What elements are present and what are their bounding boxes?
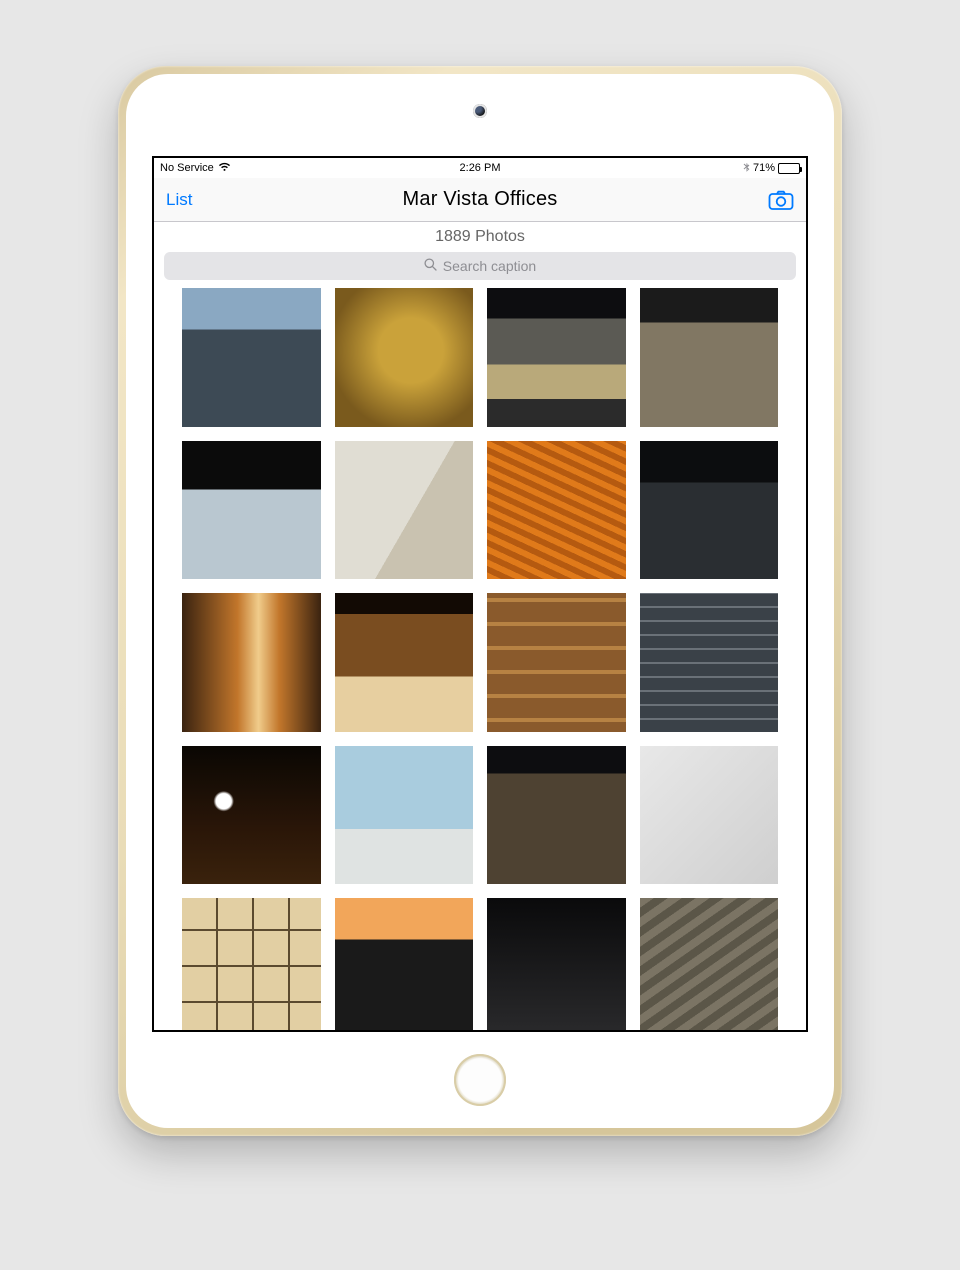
photo-thumbnail[interactable] xyxy=(182,441,321,580)
nav-bar: List Mar Vista Offices xyxy=(154,178,806,222)
page-title: Mar Vista Offices xyxy=(154,188,806,211)
search-wrap: Search caption xyxy=(154,248,806,288)
photo-thumbnail[interactable] xyxy=(335,593,474,732)
front-camera xyxy=(473,104,487,118)
photo-thumbnail[interactable] xyxy=(335,746,474,885)
search-placeholder: Search caption xyxy=(443,258,536,274)
photo-thumbnail[interactable] xyxy=(487,898,626,1032)
status-time: 2:26 PM xyxy=(154,162,806,174)
search-icon xyxy=(424,258,437,274)
photo-thumbnail[interactable] xyxy=(640,441,779,580)
battery-icon xyxy=(778,163,800,174)
photo-thumbnail[interactable] xyxy=(487,593,626,732)
screen: No Service 2:26 PM 71% xyxy=(152,156,808,1032)
photo-thumbnail[interactable] xyxy=(335,288,474,427)
photo-thumbnail[interactable] xyxy=(182,288,321,427)
photo-thumbnail[interactable] xyxy=(335,441,474,580)
photo-thumbnail[interactable] xyxy=(640,593,779,732)
photo-thumbnail[interactable] xyxy=(335,898,474,1032)
photo-count: 1889 Photos xyxy=(154,222,806,248)
ipad-bezel: No Service 2:26 PM 71% xyxy=(126,74,834,1128)
photo-thumbnail[interactable] xyxy=(182,593,321,732)
photo-thumbnail[interactable] xyxy=(640,898,779,1032)
photo-thumbnail[interactable] xyxy=(640,746,779,885)
photo-thumbnail[interactable] xyxy=(182,898,321,1032)
search-input[interactable]: Search caption xyxy=(164,252,796,280)
photo-thumbnail[interactable] xyxy=(640,288,779,427)
ipad-device-frame: No Service 2:26 PM 71% xyxy=(118,66,842,1136)
photo-thumbnail[interactable] xyxy=(487,441,626,580)
photo-thumbnail[interactable] xyxy=(182,746,321,885)
photo-thumbnail[interactable] xyxy=(487,288,626,427)
photo-grid[interactable] xyxy=(154,288,806,1032)
status-bar: No Service 2:26 PM 71% xyxy=(154,158,806,178)
home-button[interactable] xyxy=(454,1054,506,1106)
photo-thumbnail[interactable] xyxy=(487,746,626,885)
